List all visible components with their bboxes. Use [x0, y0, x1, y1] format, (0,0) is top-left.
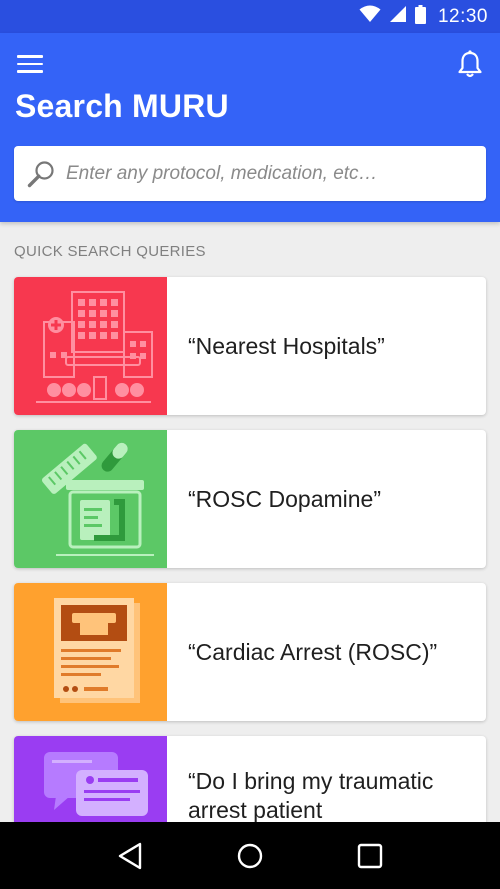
menu-icon[interactable]: [14, 51, 46, 77]
card-label: “Cardiac Arrest (ROSC)”: [188, 638, 438, 665]
recents-icon[interactable]: [350, 836, 390, 876]
clock: 12:30: [437, 5, 488, 27]
search-icon: [26, 159, 56, 189]
search-bar[interactable]: [14, 146, 486, 201]
card-label: “Nearest Hospitals”: [188, 332, 385, 359]
medication-illustration: [14, 430, 167, 568]
back-icon[interactable]: [110, 836, 150, 876]
card-label: “ROSC Dopamine”: [188, 485, 381, 512]
quick-query-card-rosc-dopamine[interactable]: “ROSC Dopamine”: [14, 430, 486, 568]
app-header: Search MURU: [0, 33, 500, 222]
protocol-document-illustration: [14, 583, 167, 721]
app-screen: 12:30 Search MURU QUICK SEARCH QUERIES: [0, 0, 500, 889]
search-input[interactable]: [66, 162, 486, 185]
quick-query-card-nearest-hospitals[interactable]: “Nearest Hospitals”: [14, 277, 486, 415]
wifi-icon: [359, 5, 381, 28]
battery-icon: [414, 4, 426, 29]
quick-query-card-cardiac-arrest[interactable]: “Cardiac Arrest (ROSC)”: [14, 583, 486, 721]
cell-signal-icon: [389, 5, 407, 28]
hospital-illustration: [14, 277, 167, 415]
bell-icon[interactable]: [454, 48, 486, 80]
home-icon[interactable]: [230, 836, 270, 876]
system-nav-bar: [0, 822, 500, 889]
status-bar: 12:30: [0, 0, 500, 33]
section-label: QUICK SEARCH QUERIES: [14, 243, 206, 260]
page-title: Search MURU: [15, 88, 229, 124]
